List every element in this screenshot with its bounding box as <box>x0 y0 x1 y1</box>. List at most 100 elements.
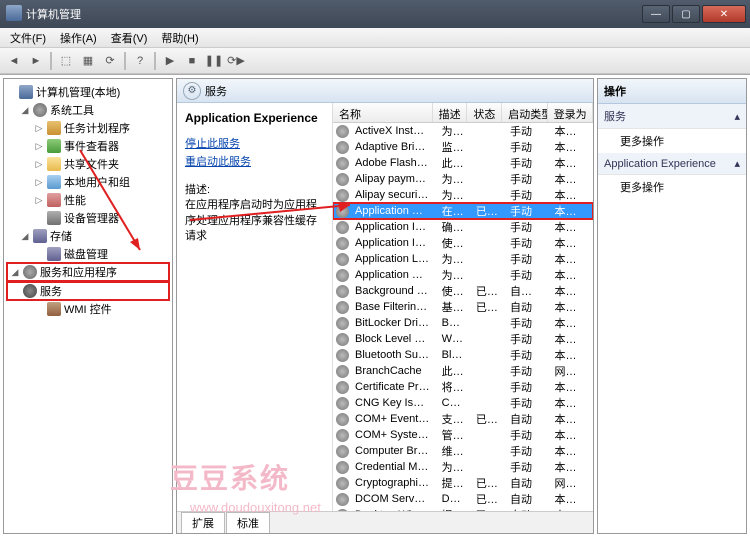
col-name[interactable]: 名称 <box>333 103 433 122</box>
restart-service-link[interactable]: 重启动此服务 <box>185 153 324 169</box>
service-row[interactable]: ActiveX Installer ...为从...手动本地系统 <box>333 123 593 139</box>
center-header: ⚙ 服务 <box>177 79 593 103</box>
service-row[interactable]: Computer Brow...维护...手动本地系统 <box>333 443 593 459</box>
service-row[interactable]: BranchCache此服...手动网络服务 <box>333 363 593 379</box>
col-desc[interactable]: 描述 <box>433 103 468 122</box>
tab-standard[interactable]: 标准 <box>226 512 270 533</box>
service-row[interactable]: Alipay payment ...为支...手动本地系统 <box>333 171 593 187</box>
col-logon[interactable]: 登录为 <box>548 103 593 122</box>
service-row[interactable]: Credential Mana...为用...手动本地系统 <box>333 459 593 475</box>
col-status[interactable]: 状态 <box>467 103 502 122</box>
up-button[interactable]: ⬚ <box>56 51 76 71</box>
service-row[interactable]: Application Info...使用...手动本地系统 <box>333 235 593 251</box>
service-icon <box>336 221 349 234</box>
service-icon <box>336 141 349 154</box>
forward-button[interactable]: ► <box>26 51 46 71</box>
refresh-button[interactable]: ⟳ <box>100 51 120 71</box>
service-icon <box>336 173 349 186</box>
service-icon <box>336 493 349 506</box>
service-row[interactable]: Adaptive Brightn...监视...手动本地服务 <box>333 139 593 155</box>
service-row[interactable]: Bluetooth Supp...Blu...手动本地服务 <box>333 347 593 363</box>
service-icon <box>336 413 349 426</box>
stop-button[interactable]: ■ <box>182 51 202 71</box>
service-row[interactable]: COM+ Event Sys...支持...已启动自动本地服务 <box>333 411 593 427</box>
stop-service-link[interactable]: 停止此服务 <box>185 135 324 151</box>
service-icon <box>336 285 349 298</box>
tree-root[interactable]: 计算机管理(本地) <box>6 83 170 101</box>
service-icon <box>336 205 349 218</box>
service-row[interactable]: Application Expe...在应...已启动手动本地系统 <box>333 203 593 219</box>
center-title: 服务 <box>205 83 227 99</box>
tree-servicesapps[interactable]: ◢服务和应用程序 <box>6 262 170 282</box>
menu-help[interactable]: 帮助(H) <box>155 28 204 48</box>
tree-wmi[interactable]: WMI 控件 <box>6 300 170 318</box>
tree-storage[interactable]: ◢存储 <box>6 227 170 245</box>
window-controls: — ▢ ✕ <box>642 5 746 23</box>
service-icon <box>336 189 349 202</box>
minimize-button[interactable]: — <box>642 5 670 23</box>
tab-extended[interactable]: 扩展 <box>181 512 225 533</box>
service-row[interactable]: Alipay security b...为支...手动本地系统 <box>333 187 593 203</box>
tree-tasksched[interactable]: ▷任务计划程序 <box>6 119 170 137</box>
nav-icon[interactable]: ⚙ <box>183 82 201 100</box>
service-row[interactable]: Application Laye...为 In...手动本地服务 <box>333 251 593 267</box>
play-button[interactable]: ▶ <box>160 51 180 71</box>
tree-pane: 计算机管理(本地) ◢系统工具 ▷任务计划程序 ▷事件查看器 ▷共享文件夹 ▷本… <box>3 78 173 534</box>
tree-localusers[interactable]: ▷本地用户和组 <box>6 173 170 191</box>
action-more-2[interactable]: 更多操作 <box>598 175 746 199</box>
detail-title: Application Experience <box>185 111 324 125</box>
tree-sharedfolders[interactable]: ▷共享文件夹 <box>6 155 170 173</box>
service-icon <box>336 445 349 458</box>
menu-action[interactable]: 操作(A) <box>54 28 103 48</box>
chevron-up-icon: ▴ <box>734 157 740 170</box>
help-button[interactable]: ? <box>130 51 150 71</box>
action-section-selected[interactable]: Application Experience▴ <box>598 153 746 175</box>
toolbar: ◄ ► ⬚ ▦ ⟳ ? ▶ ■ ❚❚ ⟳▶ <box>0 48 750 74</box>
center-tabs: 扩展 标准 <box>177 511 593 533</box>
menu-file[interactable]: 文件(F) <box>4 28 52 48</box>
service-icon <box>336 269 349 282</box>
service-row[interactable]: COM+ System A...管理...手动本地系统 <box>333 427 593 443</box>
titlebar: 计算机管理 — ▢ ✕ <box>0 0 750 28</box>
service-row[interactable]: Application Iden...确定...手动本地服务 <box>333 219 593 235</box>
service-icon <box>336 349 349 362</box>
service-row[interactable]: Base Filtering En...基本...已启动自动本地服务 <box>333 299 593 315</box>
maximize-button[interactable]: ▢ <box>672 5 700 23</box>
service-row[interactable]: CNG Key IsolationCNG...手动本地系统 <box>333 395 593 411</box>
service-row[interactable]: Background Inte...使用...已启动自动(延迟...本地系统 <box>333 283 593 299</box>
tree-eventview[interactable]: ▷事件查看器 <box>6 137 170 155</box>
tree-devicemgr[interactable]: 设备管理器 <box>6 209 170 227</box>
restart-button[interactable]: ⟳▶ <box>226 51 246 71</box>
service-icon <box>336 237 349 250</box>
service-row[interactable]: Adobe Flash Pla...此服...手动本地系统 <box>333 155 593 171</box>
service-icon <box>336 461 349 474</box>
action-header: 操作 <box>598 79 746 104</box>
service-icon <box>336 253 349 266</box>
service-row[interactable]: DCOM Server Pr...DCO...已启动自动本地系统 <box>333 491 593 507</box>
action-section-services[interactable]: 服务▴ <box>598 104 746 129</box>
service-row[interactable]: Block Level Back...Win...手动本地系统 <box>333 331 593 347</box>
tree-systools[interactable]: ◢系统工具 <box>6 101 170 119</box>
service-icon <box>336 381 349 394</box>
service-row[interactable]: BitLocker Drive ...BDE...手动本地系统 <box>333 315 593 331</box>
action-pane: 操作 服务▴ 更多操作 Application Experience▴ 更多操作 <box>597 78 747 534</box>
desc-label: 描述: <box>185 183 324 198</box>
properties-button[interactable]: ▦ <box>78 51 98 71</box>
menu-view[interactable]: 查看(V) <box>105 28 154 48</box>
list-header: 名称 描述 状态 启动类型 登录为 <box>333 103 593 123</box>
tree-performance[interactable]: ▷性能 <box>6 191 170 209</box>
back-button[interactable]: ◄ <box>4 51 24 71</box>
detail-pane: Application Experience 停止此服务 重启动此服务 描述: … <box>177 103 332 511</box>
menubar: 文件(F) 操作(A) 查看(V) 帮助(H) <box>0 28 750 48</box>
tree-services[interactable]: 服务 <box>6 281 170 301</box>
service-row[interactable]: Application Man...为通...手动本地系统 <box>333 267 593 283</box>
service-icon <box>336 125 349 138</box>
action-more-1[interactable]: 更多操作 <box>598 129 746 153</box>
service-row[interactable]: Cryptographic S...提供...已启动自动网络服务 <box>333 475 593 491</box>
pause-button[interactable]: ❚❚ <box>204 51 224 71</box>
tree-diskmgmt[interactable]: 磁盘管理 <box>6 245 170 263</box>
service-row[interactable]: Certificate Propa...将用...手动本地系统 <box>333 379 593 395</box>
close-button[interactable]: ✕ <box>702 5 746 23</box>
service-icon <box>336 477 349 490</box>
col-startup[interactable]: 启动类型 <box>502 103 547 122</box>
